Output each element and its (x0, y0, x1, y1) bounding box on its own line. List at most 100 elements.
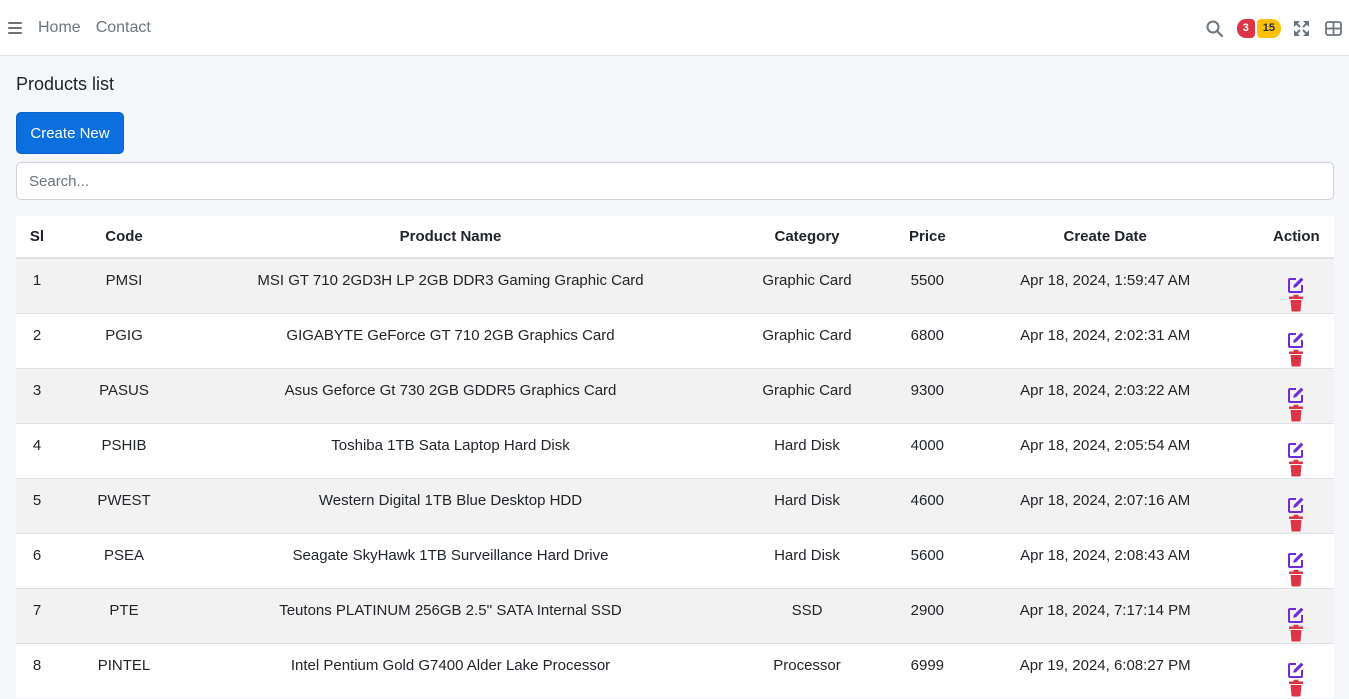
cell-create-date: Apr 18, 2024, 2:05:54 AM (951, 422, 1259, 478)
cell-category: Processor (711, 642, 903, 698)
edit-icon[interactable] (1287, 551, 1305, 569)
cell-create-date: Apr 18, 2024, 2:03:22 AM (951, 367, 1259, 423)
cell-product-name: Western Digital 1TB Blue Desktop HDD (190, 477, 711, 533)
cell-code: PTE (58, 587, 190, 643)
table-row: 5 PWEST Western Digital 1TB Blue Desktop H… (16, 477, 1334, 533)
cell-code: PSEA (58, 532, 190, 588)
cell-price: 5500 (903, 257, 952, 313)
header-create-date: Create Date (951, 216, 1259, 259)
cell-sl: 5 (16, 477, 58, 533)
cell-price: 9300 (903, 367, 952, 423)
top-navbar: Home Contact 3 15 (0, 0, 1349, 56)
table-row: 1 PMSI MSI GT 710 2GD3H LP 2GB DDR3 Gaming… (16, 257, 1334, 313)
edit-icon[interactable] (1287, 441, 1305, 459)
table-body: 1 PMSI MSI GT 710 2GD3H LP 2GB DDR3 Gaming… (16, 257, 1334, 698)
cell-category: Hard Disk (711, 477, 903, 533)
table-row: 3 PASUS Asus Geforce Gt 730 2GB GDDR5 Grap… (16, 367, 1334, 423)
navbar-right: 3 15 (1199, 0, 1349, 56)
search-icon[interactable] (1199, 0, 1231, 56)
table-row: 4 PSHIB Toshiba 1TB Sata Laptop Hard Disk H… (16, 422, 1334, 478)
header-action: Action (1258, 216, 1334, 259)
cell-category: Graphic Card (711, 312, 903, 368)
cell-create-date: Apr 18, 2024, 2:07:16 AM (951, 477, 1259, 533)
grid-icon[interactable] (1317, 0, 1349, 56)
cell-action (1258, 422, 1334, 478)
trash-icon[interactable] (1287, 569, 1305, 587)
cell-action (1258, 367, 1334, 423)
cell-create-date: Apr 19, 2024, 6:08:27 PM (951, 642, 1259, 698)
cell-create-date: Apr 18, 2024, 2:02:31 AM (951, 312, 1259, 368)
header-product-name: Product Name (190, 216, 711, 259)
cell-product-name: MSI GT 710 2GD3H LP 2GB DDR3 Gaming Grap… (190, 257, 711, 313)
cell-product-name: GIGABYTE GeForce GT 710 2GB Graphics Car… (190, 312, 711, 368)
nav-link-home[interactable]: Home (38, 19, 81, 37)
header-sl: Sl (16, 216, 58, 259)
trash-icon[interactable] (1287, 459, 1305, 477)
edit-icon[interactable] (1287, 496, 1305, 514)
trash-icon[interactable] (1287, 349, 1305, 367)
cell-price: 6800 (903, 312, 952, 368)
cell-price: 5600 (903, 532, 952, 588)
cell-code: PASUS (58, 367, 190, 423)
table-row: 7 PTE Teutons PLATINUM 256GB 2.5'' SATA In… (16, 587, 1334, 643)
cell-category: Graphic Card (711, 257, 903, 313)
table-row: 2 PGIG GIGABYTE GeForce GT 710 2GB Graphic… (16, 312, 1334, 368)
cell-code: PGIG (58, 312, 190, 368)
products-table: Sl Code Product Name Category Price Crea… (16, 216, 1334, 698)
cell-price: 4000 (903, 422, 952, 478)
cell-action (1258, 587, 1334, 643)
cell-create-date: Apr 18, 2024, 2:08:43 AM (951, 532, 1259, 588)
cell-category: SSD (711, 587, 903, 643)
menu-toggle-icon[interactable] (8, 21, 22, 34)
cell-sl: 4 (16, 422, 58, 478)
search-input[interactable] (16, 162, 1334, 200)
cell-price: 2900 (903, 587, 952, 643)
trash-icon[interactable] (1287, 404, 1305, 422)
create-new-button[interactable]: Create New (16, 112, 124, 154)
notification-badges[interactable]: 3 15 (1236, 18, 1281, 38)
table-header-row: Sl Code Product Name Category Price Crea… (16, 216, 1334, 259)
cell-product-name: Teutons PLATINUM 256GB 2.5'' SATA Intern… (190, 587, 711, 643)
cell-sl: 3 (16, 367, 58, 423)
cell-category: Hard Disk (711, 422, 903, 478)
trash-icon[interactable] (1287, 679, 1305, 697)
edit-icon[interactable] (1287, 386, 1305, 404)
cell-create-date: Apr 18, 2024, 1:59:47 AM (951, 257, 1259, 313)
cell-product-name: Seagate SkyHawk 1TB Surveillance Hard Dr… (190, 532, 711, 588)
cell-action (1258, 532, 1334, 588)
cell-code: PWEST (58, 477, 190, 533)
messages-badge[interactable]: 3 (1236, 18, 1255, 38)
notifications-badge[interactable]: 15 (1256, 18, 1281, 38)
cell-sl: 6 (16, 532, 58, 588)
edit-icon[interactable] (1287, 276, 1305, 294)
trash-icon[interactable] (1287, 624, 1305, 642)
edit-icon[interactable] (1287, 331, 1305, 349)
cell-code: PMSI (58, 257, 190, 313)
cell-action (1258, 312, 1334, 368)
cell-sl: 2 (16, 312, 58, 368)
cell-category: Hard Disk (711, 532, 903, 588)
cell-action (1258, 477, 1334, 533)
cell-category: Graphic Card (711, 367, 903, 423)
edit-icon[interactable] (1287, 661, 1305, 679)
table-row: 6 PSEA Seagate SkyHawk 1TB Surveillance Ha… (16, 532, 1334, 588)
cell-sl: 8 (16, 642, 58, 698)
table-row: 8 PINTEL Intel Pentium Gold G7400 Alder La… (16, 642, 1334, 698)
trash-icon[interactable] (1287, 294, 1305, 312)
cell-sl: 1 (16, 257, 58, 313)
cell-code: PINTEL (58, 642, 190, 698)
edit-icon[interactable] (1287, 606, 1305, 624)
cell-action (1258, 642, 1334, 698)
cell-sl: 7 (16, 587, 58, 643)
fullscreen-icon[interactable] (1285, 0, 1317, 56)
cell-product-name: Intel Pentium Gold G7400 Alder Lake Proc… (190, 642, 711, 698)
header-price: Price (903, 216, 952, 259)
trash-icon[interactable] (1287, 514, 1305, 532)
cell-product-name: Toshiba 1TB Sata Laptop Hard Disk (190, 422, 711, 478)
cell-product-name: Asus Geforce Gt 730 2GB GDDR5 Graphics C… (190, 367, 711, 423)
cell-price: 6999 (903, 642, 952, 698)
page-title: Products list (16, 74, 115, 94)
main-content: Products list Create New Sl Code Product… (16, 56, 1334, 698)
cell-action (1258, 257, 1334, 313)
nav-link-contact[interactable]: Contact (96, 19, 151, 37)
